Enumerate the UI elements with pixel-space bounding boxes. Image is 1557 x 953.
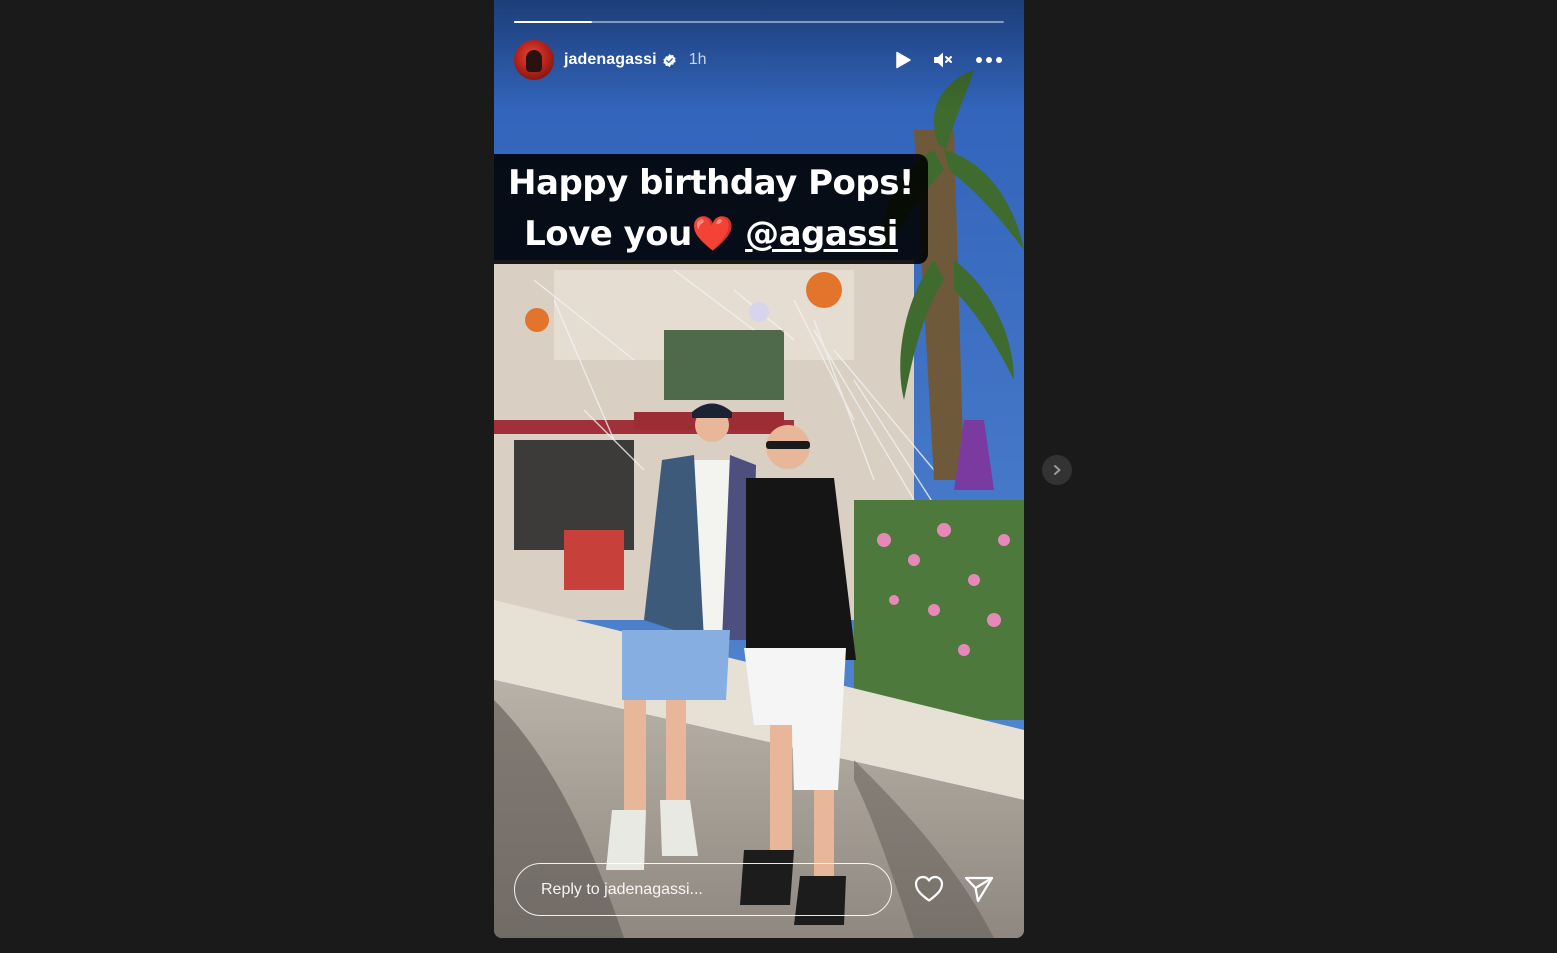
avatar[interactable] (514, 40, 554, 80)
heart-outline-icon (914, 875, 944, 902)
caption-line-1: Happy birthday Pops! (508, 163, 914, 203)
username[interactable]: jadenagassi (564, 51, 657, 69)
post-time: 1h (688, 51, 707, 68)
heart-emoji: ❤️ (691, 214, 734, 254)
mute-button[interactable] (930, 47, 956, 73)
chevron-right-icon (1054, 465, 1061, 475)
muted-speaker-icon (934, 52, 952, 68)
story-viewer: jadenagassi 1h Happy birthday Pops! Love… (494, 0, 1024, 938)
caption-line-2: Love you❤️ @agassi (494, 214, 928, 254)
story-progress-fill (514, 21, 593, 23)
like-button[interactable] (912, 872, 946, 906)
reply-box[interactable] (514, 863, 892, 916)
story-photo (494, 0, 1024, 938)
play-icon (896, 51, 911, 69)
reply-input[interactable] (539, 864, 873, 916)
more-options-icon (976, 57, 1002, 63)
story-progress-bar (514, 21, 1004, 23)
story-header: jadenagassi 1h (514, 40, 1004, 80)
mention-link[interactable]: @agassi (745, 214, 898, 254)
verified-badge-icon (663, 53, 676, 67)
paper-plane-icon (964, 876, 994, 903)
share-button[interactable] (962, 872, 996, 906)
header-actions (890, 40, 1004, 80)
more-options-button[interactable] (974, 47, 1004, 73)
next-story-button[interactable] (1042, 455, 1072, 485)
caption-love-text: Love you (524, 214, 692, 254)
avatar-figure (526, 50, 542, 72)
play-button[interactable] (890, 47, 916, 73)
